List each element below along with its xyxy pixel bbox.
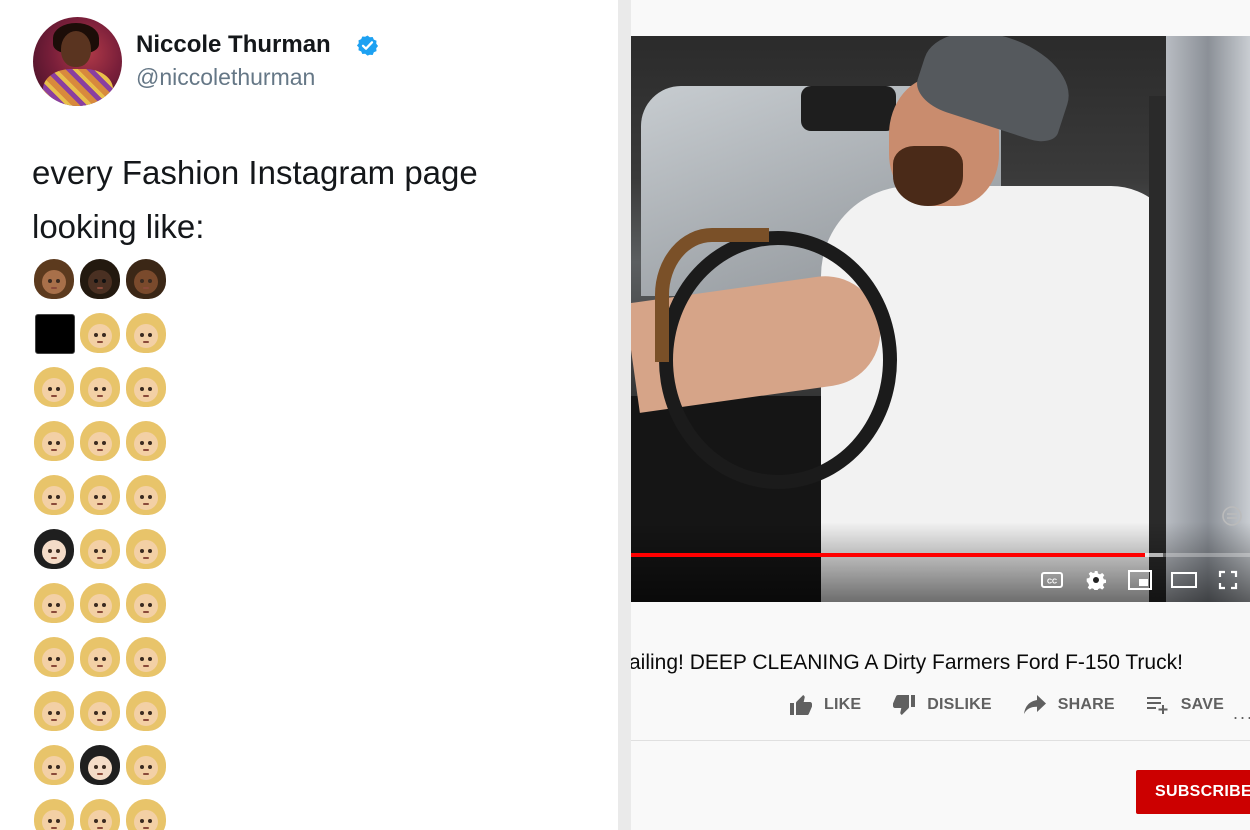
settings-icon — [1086, 571, 1106, 590]
share-label: SHARE — [1057, 696, 1115, 713]
like-button[interactable]: LIKE — [789, 694, 861, 716]
woman-brown-emoji-icon — [33, 256, 79, 310]
woman-blonde-emoji-icon — [33, 580, 79, 634]
youtube-panel: CC ailing! DEEP CLEANING A Dirty Farmers… — [631, 0, 1250, 830]
woman-blonde-emoji-icon — [33, 472, 79, 526]
woman-blonde-emoji-icon — [125, 418, 171, 472]
verified-badge-icon — [356, 35, 379, 56]
woman-blonde-emoji-icon — [79, 364, 125, 418]
fullscreen-button[interactable] — [1206, 566, 1250, 594]
miniplayer-icon — [1128, 570, 1152, 590]
emoji-row — [33, 256, 171, 310]
like-label: LIKE — [824, 696, 862, 713]
woman-blonde-emoji-icon — [79, 310, 125, 364]
woman-blonde-emoji-icon — [33, 634, 79, 688]
svg-text:CC: CC — [1047, 579, 1057, 586]
woman-blonde-emoji-icon — [125, 688, 171, 742]
emoji-row — [33, 742, 171, 796]
woman-dark-emoji-icon — [79, 256, 125, 310]
woman-blonde-emoji-icon — [125, 796, 171, 830]
theater-mode-button[interactable] — [1162, 566, 1206, 594]
emoji-grid — [33, 256, 171, 830]
dislike-label: DISLIKE — [927, 696, 992, 713]
woman-blonde-emoji-icon — [79, 418, 125, 472]
save-button[interactable]: SAVE — [1146, 696, 1224, 714]
add-to-playlist-icon — [1146, 697, 1168, 714]
woman-black-emoji-icon — [33, 526, 79, 580]
emoji-row — [33, 634, 171, 688]
save-label: SAVE — [1180, 696, 1224, 713]
theater-mode-icon — [1171, 572, 1197, 588]
woman-blonde-emoji-icon — [79, 634, 125, 688]
tweet-text: every Fashion Instagram page looking lik… — [32, 146, 592, 254]
video-player[interactable]: CC — [631, 36, 1250, 602]
tweet-card: Niccole Thurman @niccolethurman every Fa… — [0, 0, 618, 830]
woman-blonde-emoji-icon — [125, 364, 171, 418]
woman-blonde-emoji-icon — [79, 526, 125, 580]
woman-med-emoji-icon — [125, 256, 171, 310]
player-controls: CC — [1030, 566, 1250, 594]
fullscreen-icon — [1218, 570, 1238, 590]
woman-blonde-emoji-icon — [33, 364, 79, 418]
woman-blonde-emoji-icon — [79, 688, 125, 742]
woman-blonde-emoji-icon — [33, 742, 79, 796]
emoji-row — [33, 580, 171, 634]
panel-divider — [618, 0, 631, 830]
woman-blonde-emoji-icon — [125, 472, 171, 526]
woman-blonde-emoji-icon — [125, 310, 171, 364]
share-icon — [1023, 695, 1046, 714]
emoji-row — [33, 310, 171, 364]
dislike-button[interactable]: DISLIKE — [892, 694, 992, 716]
video-title: ailing! DEEP CLEANING A Dirty Farmers Fo… — [631, 651, 1183, 674]
captions-button[interactable]: CC — [1030, 566, 1074, 594]
tweet-text-line: every Fashion Instagram page — [32, 154, 478, 191]
woman-blonde-emoji-icon — [79, 580, 125, 634]
emoji-row — [33, 526, 171, 580]
woman-blonde-emoji-icon — [125, 634, 171, 688]
subscribe-button[interactable]: SUBSCRIBE — [1136, 770, 1250, 814]
emoji-row — [33, 472, 171, 526]
divider-line — [631, 740, 1250, 741]
woman-blonde-emoji-icon — [125, 742, 171, 796]
captions-icon: CC — [1041, 572, 1063, 588]
woman-blonde-emoji-icon — [79, 796, 125, 830]
avatar[interactable] — [33, 17, 122, 106]
woman-blonde-emoji-icon — [79, 472, 125, 526]
video-actions: LIKE DISLIKE SHARE SAVE — [789, 694, 1250, 716]
miniplayer-button[interactable] — [1118, 566, 1162, 594]
woman-black-emoji-icon — [79, 742, 125, 796]
tweet-text-line: looking like: — [32, 208, 205, 245]
emoji-row — [33, 688, 171, 742]
thumbs-up-icon — [790, 695, 812, 715]
black-square-emoji-icon — [33, 310, 79, 364]
woman-blonde-emoji-icon — [33, 796, 79, 830]
more-actions-button[interactable]: ... — [1233, 703, 1250, 724]
played-bar — [631, 553, 1145, 557]
woman-blonde-emoji-icon — [125, 580, 171, 634]
emoji-row — [33, 364, 171, 418]
settings-button[interactable] — [1074, 566, 1118, 594]
top-band — [631, 0, 1250, 36]
emoji-row — [33, 418, 171, 472]
woman-blonde-emoji-icon — [33, 418, 79, 472]
author-name[interactable]: Niccole Thurman — [136, 31, 331, 59]
progress-bar[interactable] — [631, 553, 1250, 557]
emoji-row — [33, 796, 171, 830]
author-handle[interactable]: @niccolethurman — [136, 64, 315, 91]
thumbs-down-icon — [893, 695, 916, 715]
woman-blonde-emoji-icon — [125, 526, 171, 580]
annotation-icon[interactable] — [1221, 505, 1243, 527]
share-button[interactable]: SHARE — [1023, 695, 1115, 715]
woman-blonde-emoji-icon — [33, 688, 79, 742]
